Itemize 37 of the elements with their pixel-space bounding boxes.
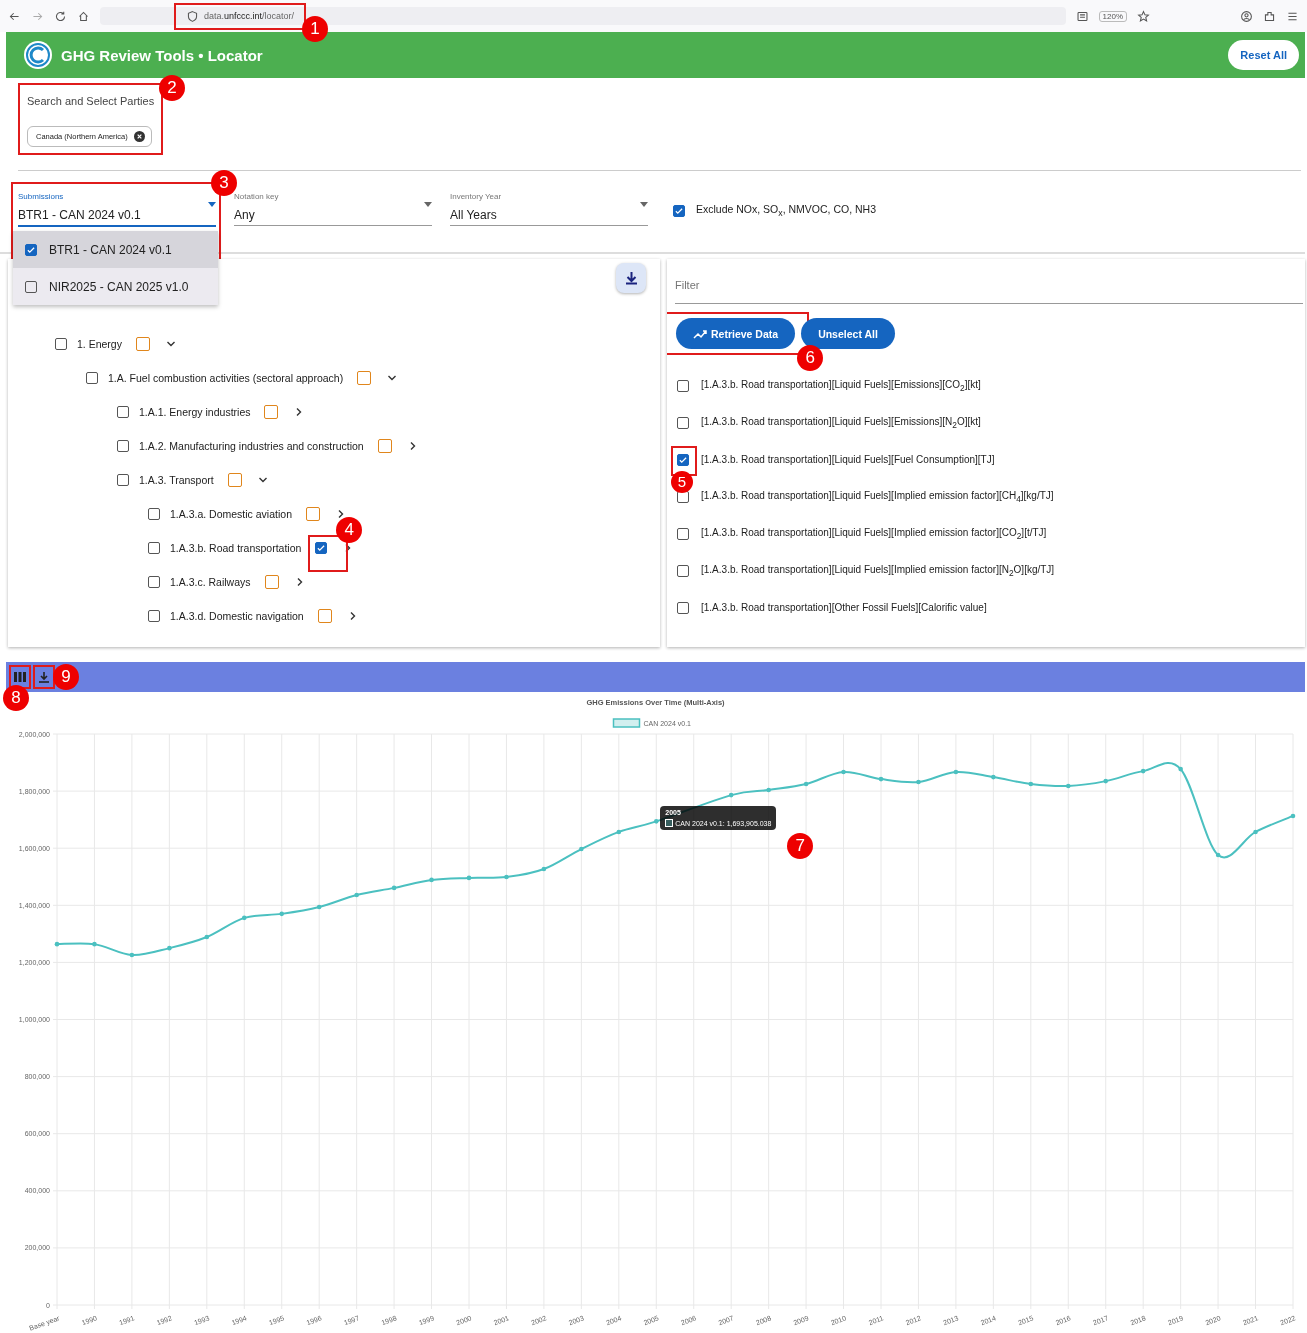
reset-all-button[interactable]: Reset All [1228,40,1299,70]
variable-label[interactable]: [1.A.3.b. Road transportation][Liquid Fuels][Emissions][N$_{2}$O][kt] [701,415,981,430]
submissions-select[interactable]: Submissions BTR1 - CAN 2024 v0.1 [18,190,216,227]
tree-item-label[interactable]: 1.A. Fuel combustion activities (sectoral approach) [108,372,344,384]
zoom-level[interactable]: 120% [1098,10,1127,22]
callout-badge: 4 [336,517,363,543]
variable-label[interactable]: [1.A.3.b. Road transportation][Liquid Fuels][Fuel Consumption][TJ] [701,454,995,465]
dropdown-select[interactable]: Notation key Any [234,190,432,226]
variable-label[interactable]: [1.A.3.b. Road transportation][Other Fossil Fuels][Calorific value] [701,602,987,613]
callout-badge: 2 [159,75,185,101]
variable-label[interactable]: [1.A.3.b. Road transportation][Liquid Fuels][Emissions][CO$_{2}$][kt] [701,378,981,393]
field-label: Search and Select Parties [27,95,155,107]
variable-label[interactable]: [1.A.3.b. Road transportation][Liquid Fuels][Implied emission factor][N$_{2}$O][kg/TJ] [701,563,1055,578]
tree-item-label[interactable]: 1.A.3.a. Domestic aviation [170,508,292,520]
callout-badge: 8 [3,685,29,711]
tree-item-label[interactable]: 1. Energy [77,338,122,350]
dropdown-select[interactable]: Inventory Year All Years [450,190,648,226]
retrieve-data-button[interactable]: Retrieve Data [676,318,796,349]
callout-badge: 7 [787,833,814,860]
tree-item-label[interactable]: 1.A.1. Energy industries [139,406,251,418]
unselect-all-button[interactable]: Unselect All [801,318,895,349]
dropdown-option[interactable]: NIR2025 - CAN 2025 v1.0 [13,268,218,305]
app-title: GHG Review Tools • Locator [61,46,264,64]
checkbox-label: Exclude NOx, SO$_{x}$, NMVOC, CO, NH3 [696,203,876,219]
callout-badge: 6 [797,345,824,371]
callout-badge: 1 [302,15,329,42]
tree-item-label[interactable]: 1.A.3. Transport [139,474,214,486]
url-text[interactable]: data.unfccc.int/locator/ [204,11,295,21]
variable-label[interactable]: [1.A.3.b. Road transportation][Liquid Fuels][Implied emission factor][CH$_{4}$][kg/TJ] [701,489,1054,504]
tree-item-label[interactable]: 1.A.3.c. Railways [170,576,251,588]
dropdown-option[interactable]: BTR1 - CAN 2024 v0.1 [13,231,218,268]
tree-item-label[interactable]: 1.A.3.d. Domestic navigation [170,610,304,622]
variable-label[interactable]: [1.A.3.b. Road transportation][Liquid Fuels][Implied emission factor][CO$_{2}$][t/TJ] [701,526,1047,541]
callout-badge: 5 [671,470,693,493]
tree-item-label[interactable]: 1.A.2. Manufacturing industries and construction [139,440,364,452]
tree-item-label[interactable]: 1.A.3.b. Road transportation [170,542,302,554]
callout-badge: 9 [53,664,79,690]
